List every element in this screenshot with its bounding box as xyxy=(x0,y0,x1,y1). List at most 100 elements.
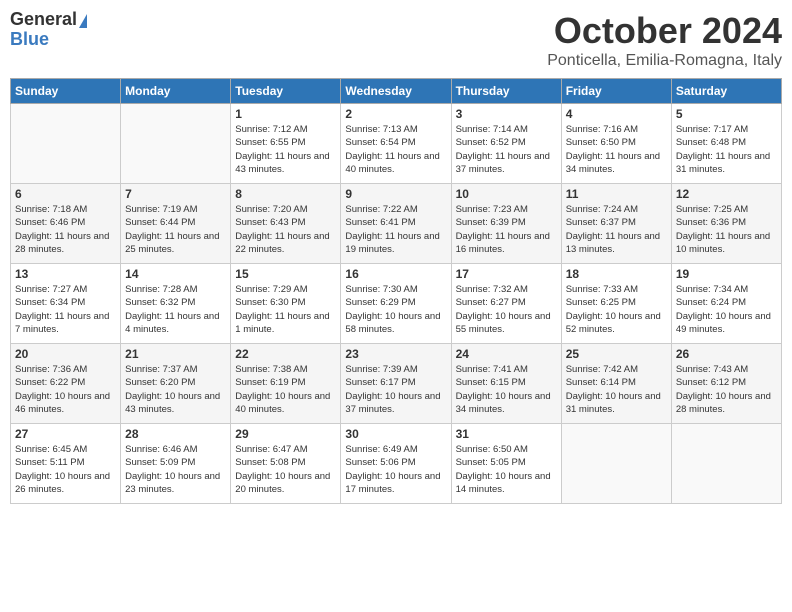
day-info: Sunrise: 7:25 AM Sunset: 6:36 PM Dayligh… xyxy=(676,203,777,256)
day-info: Sunrise: 7:34 AM Sunset: 6:24 PM Dayligh… xyxy=(676,283,777,336)
calendar-day-cell xyxy=(561,424,671,504)
day-number: 8 xyxy=(235,187,336,201)
calendar-day-cell: 19 Sunrise: 7:34 AM Sunset: 6:24 PM Dayli… xyxy=(671,264,781,344)
day-number: 19 xyxy=(676,267,777,281)
calendar-day-cell: 1Sunrise: 7:12 AM Sunset: 6:55 PM Daylig… xyxy=(231,104,341,184)
day-number: 7 xyxy=(125,187,226,201)
calendar-day-cell: 3Sunrise: 7:14 AM Sunset: 6:52 PM Daylig… xyxy=(451,104,561,184)
day-number: 20 xyxy=(15,347,116,361)
calendar-table: SundayMondayTuesdayWednesdayThursdayFrid… xyxy=(10,78,782,504)
calendar-day-cell: 12 Sunrise: 7:25 AM Sunset: 6:36 PM Dayli… xyxy=(671,184,781,264)
day-info: Sunrise: 7:30 AM Sunset: 6:29 PM Dayligh… xyxy=(345,283,446,336)
day-info: Sunrise: 7:22 AM Sunset: 6:41 PM Dayligh… xyxy=(345,203,446,256)
calendar-day-cell: 13 Sunrise: 7:27 AM Sunset: 6:34 PM Dayli… xyxy=(11,264,121,344)
day-info: Sunrise: 7:29 AM Sunset: 6:30 PM Dayligh… xyxy=(235,283,336,336)
calendar-week-row: 27 Sunrise: 6:45 AM Sunset: 5:11 PM Dayli… xyxy=(11,424,782,504)
title-block: October 2024 Ponticella, Emilia-Romagna,… xyxy=(547,10,782,70)
calendar-day-cell: 31 Sunrise: 6:50 AM Sunset: 5:05 PM Dayli… xyxy=(451,424,561,504)
calendar-day-cell: 7 Sunrise: 7:19 AM Sunset: 6:44 PM Daylig… xyxy=(121,184,231,264)
day-number: 27 xyxy=(15,427,116,441)
calendar-header-cell: Tuesday xyxy=(231,79,341,104)
day-info: Sunrise: 6:46 AM Sunset: 5:09 PM Dayligh… xyxy=(125,443,226,496)
calendar-day-cell: 4 Sunrise: 7:16 AM Sunset: 6:50 PM Daylig… xyxy=(561,104,671,184)
day-info: Sunrise: 7:36 AM Sunset: 6:22 PM Dayligh… xyxy=(15,363,116,416)
calendar-week-row: 20 Sunrise: 7:36 AM Sunset: 6:22 PM Dayli… xyxy=(11,344,782,424)
day-number: 25 xyxy=(566,347,667,361)
calendar-day-cell xyxy=(121,104,231,184)
calendar-header-cell: Sunday xyxy=(11,79,121,104)
calendar-week-row: 1Sunrise: 7:12 AM Sunset: 6:55 PM Daylig… xyxy=(11,104,782,184)
calendar-header-cell: Friday xyxy=(561,79,671,104)
calendar-day-cell: 10Sunrise: 7:23 AM Sunset: 6:39 PM Dayli… xyxy=(451,184,561,264)
day-info: Sunrise: 7:39 AM Sunset: 6:17 PM Dayligh… xyxy=(345,363,446,416)
day-info: Sunrise: 7:13 AM Sunset: 6:54 PM Dayligh… xyxy=(345,123,446,176)
day-info: Sunrise: 7:28 AM Sunset: 6:32 PM Dayligh… xyxy=(125,283,226,336)
day-info: Sunrise: 7:18 AM Sunset: 6:46 PM Dayligh… xyxy=(15,203,116,256)
logo-general: General xyxy=(10,9,77,29)
calendar-week-row: 6Sunrise: 7:18 AM Sunset: 6:46 PM Daylig… xyxy=(11,184,782,264)
calendar-day-cell: 16 Sunrise: 7:30 AM Sunset: 6:29 PM Dayli… xyxy=(341,264,451,344)
calendar-header-cell: Saturday xyxy=(671,79,781,104)
day-info: Sunrise: 7:16 AM Sunset: 6:50 PM Dayligh… xyxy=(566,123,667,176)
day-number: 4 xyxy=(566,107,667,121)
day-number: 17 xyxy=(456,267,557,281)
calendar-day-cell: 24Sunrise: 7:41 AM Sunset: 6:15 PM Dayli… xyxy=(451,344,561,424)
calendar-day-cell: 20 Sunrise: 7:36 AM Sunset: 6:22 PM Dayli… xyxy=(11,344,121,424)
calendar-day-cell: 2Sunrise: 7:13 AM Sunset: 6:54 PM Daylig… xyxy=(341,104,451,184)
logo-text: General Blue xyxy=(10,10,87,50)
day-info: Sunrise: 7:42 AM Sunset: 6:14 PM Dayligh… xyxy=(566,363,667,416)
day-number: 29 xyxy=(235,427,336,441)
day-number: 10 xyxy=(456,187,557,201)
calendar-day-cell: 28 Sunrise: 6:46 AM Sunset: 5:09 PM Dayli… xyxy=(121,424,231,504)
day-info: Sunrise: 7:20 AM Sunset: 6:43 PM Dayligh… xyxy=(235,203,336,256)
calendar-day-cell: 27 Sunrise: 6:45 AM Sunset: 5:11 PM Dayli… xyxy=(11,424,121,504)
calendar-day-cell: 17 Sunrise: 7:32 AM Sunset: 6:27 PM Dayli… xyxy=(451,264,561,344)
day-info: Sunrise: 7:37 AM Sunset: 6:20 PM Dayligh… xyxy=(125,363,226,416)
logo-icon xyxy=(79,14,87,28)
day-number: 28 xyxy=(125,427,226,441)
logo-blue: Blue xyxy=(10,29,49,49)
day-info: Sunrise: 7:17 AM Sunset: 6:48 PM Dayligh… xyxy=(676,123,777,176)
day-number: 22 xyxy=(235,347,336,361)
calendar-day-cell: 9 Sunrise: 7:22 AM Sunset: 6:41 PM Daylig… xyxy=(341,184,451,264)
day-number: 3 xyxy=(456,107,557,121)
day-info: Sunrise: 7:43 AM Sunset: 6:12 PM Dayligh… xyxy=(676,363,777,416)
calendar-header-cell: Thursday xyxy=(451,79,561,104)
day-number: 18 xyxy=(566,267,667,281)
day-info: Sunrise: 7:33 AM Sunset: 6:25 PM Dayligh… xyxy=(566,283,667,336)
calendar-day-cell: 15 Sunrise: 7:29 AM Sunset: 6:30 PM Dayli… xyxy=(231,264,341,344)
day-number: 31 xyxy=(456,427,557,441)
calendar-day-cell: 11 Sunrise: 7:24 AM Sunset: 6:37 PM Dayli… xyxy=(561,184,671,264)
month-title: October 2024 xyxy=(547,10,782,52)
day-number: 13 xyxy=(15,267,116,281)
day-info: Sunrise: 7:19 AM Sunset: 6:44 PM Dayligh… xyxy=(125,203,226,256)
day-info: Sunrise: 7:32 AM Sunset: 6:27 PM Dayligh… xyxy=(456,283,557,336)
calendar-day-cell: 8 Sunrise: 7:20 AM Sunset: 6:43 PM Daylig… xyxy=(231,184,341,264)
day-number: 9 xyxy=(345,187,446,201)
day-info: Sunrise: 6:49 AM Sunset: 5:06 PM Dayligh… xyxy=(345,443,446,496)
calendar-day-cell: 26 Sunrise: 7:43 AM Sunset: 6:12 PM Dayli… xyxy=(671,344,781,424)
day-info: Sunrise: 6:50 AM Sunset: 5:05 PM Dayligh… xyxy=(456,443,557,496)
day-number: 15 xyxy=(235,267,336,281)
calendar-day-cell: 30 Sunrise: 6:49 AM Sunset: 5:06 PM Dayli… xyxy=(341,424,451,504)
day-number: 5 xyxy=(676,107,777,121)
day-number: 1 xyxy=(235,107,336,121)
day-info: Sunrise: 7:24 AM Sunset: 6:37 PM Dayligh… xyxy=(566,203,667,256)
calendar-header-row: SundayMondayTuesdayWednesdayThursdayFrid… xyxy=(11,79,782,104)
calendar-body: 1Sunrise: 7:12 AM Sunset: 6:55 PM Daylig… xyxy=(11,104,782,504)
calendar-day-cell: 14Sunrise: 7:28 AM Sunset: 6:32 PM Dayli… xyxy=(121,264,231,344)
day-info: Sunrise: 6:45 AM Sunset: 5:11 PM Dayligh… xyxy=(15,443,116,496)
day-number: 30 xyxy=(345,427,446,441)
day-number: 26 xyxy=(676,347,777,361)
day-number: 12 xyxy=(676,187,777,201)
day-info: Sunrise: 7:27 AM Sunset: 6:34 PM Dayligh… xyxy=(15,283,116,336)
day-number: 11 xyxy=(566,187,667,201)
day-info: Sunrise: 6:47 AM Sunset: 5:08 PM Dayligh… xyxy=(235,443,336,496)
day-number: 16 xyxy=(345,267,446,281)
day-number: 23 xyxy=(345,347,446,361)
calendar-week-row: 13 Sunrise: 7:27 AM Sunset: 6:34 PM Dayli… xyxy=(11,264,782,344)
calendar-day-cell xyxy=(11,104,121,184)
location-title: Ponticella, Emilia-Romagna, Italy xyxy=(547,52,782,70)
day-number: 21 xyxy=(125,347,226,361)
calendar-day-cell: 18 Sunrise: 7:33 AM Sunset: 6:25 PM Dayli… xyxy=(561,264,671,344)
